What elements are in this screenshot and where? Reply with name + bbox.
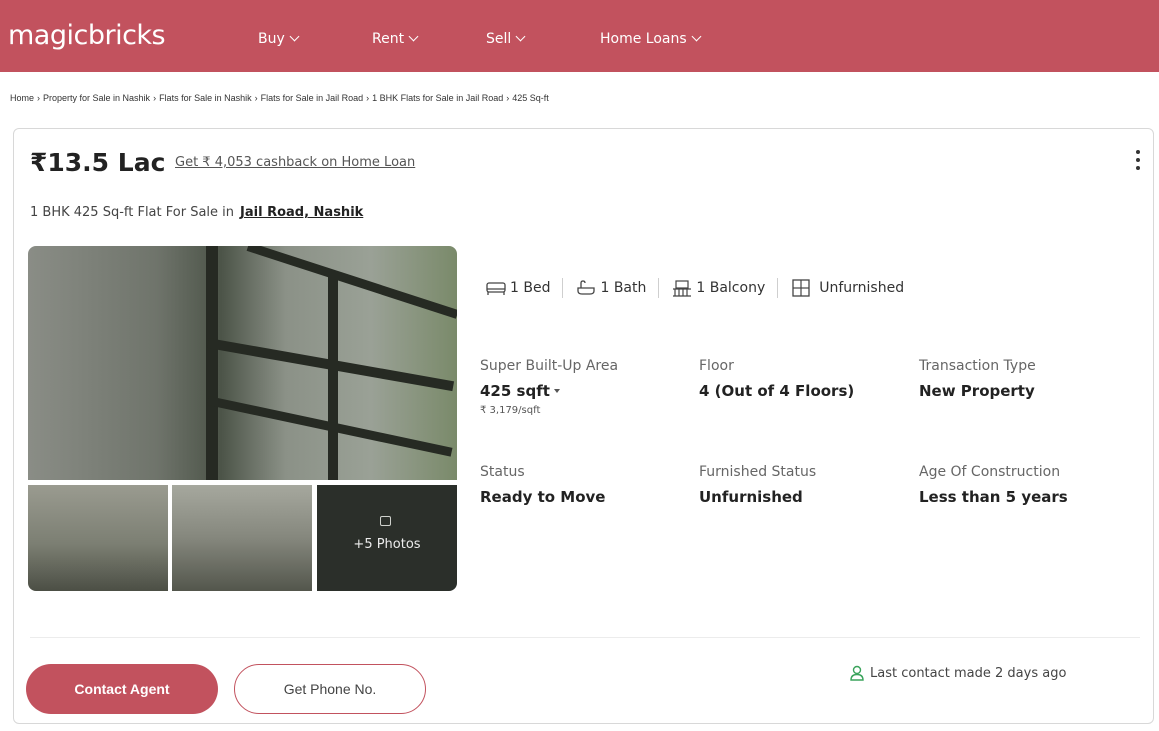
photo-icon <box>380 516 391 526</box>
more-photos-tile[interactable]: +5 Photos <box>317 485 457 591</box>
amenities-row: 1 Bed 1 Bath 1 Balcony Unfurnished <box>485 277 904 299</box>
spec-floor-value: 4 (Out of 4 Floors) <box>699 382 855 400</box>
chevron-down-icon <box>691 31 702 42</box>
amenity-furnishing: Unfurnished <box>790 279 904 297</box>
spec-furnished-label: Furnished Status <box>699 464 817 480</box>
breadcrumb-current: 425 Sq-ft <box>512 93 549 103</box>
last-contact-text: Last contact made 2 days ago <box>870 665 1067 681</box>
get-phone-button[interactable]: Get Phone No. <box>234 664 426 714</box>
spec-age-value: Less than 5 years <box>919 488 1068 506</box>
spec-status-value: Ready to Move <box>480 488 606 506</box>
divider <box>777 278 779 298</box>
spec-transaction-value: New Property <box>919 382 1035 400</box>
listing-title-text: 1 BHK 425 Sq-ft Flat For Sale in <box>30 205 235 220</box>
breadcrumb-separator: › <box>254 93 258 103</box>
contact-agent-button[interactable]: Contact Agent <box>26 664 218 714</box>
location-link[interactable]: Jail Road, Nashik <box>240 205 363 220</box>
price-per-sqft: ₹ 3,179/sqft <box>480 405 541 416</box>
spec-floor-label: Floor <box>699 358 734 374</box>
furnishing-icon <box>792 279 810 297</box>
spec-area: Super Built-Up Area 425 sqft ₹ 3,179/sqf… <box>480 358 618 416</box>
thumbnail-photo-1[interactable] <box>28 485 168 591</box>
nav-sell-label: Sell <box>486 31 512 47</box>
nav-home-loans[interactable]: Home Loans <box>600 31 702 47</box>
breadcrumb-flats-jail-road[interactable]: Flats for Sale in Jail Road <box>261 93 364 103</box>
amenity-balcony-label: 1 Balcony <box>696 280 766 296</box>
amenity-balcony: 1 Balcony <box>671 279 765 297</box>
breadcrumb-separator: › <box>506 93 510 103</box>
caret-down-icon <box>553 389 560 393</box>
amenity-bed: 1 Bed <box>485 280 550 296</box>
breadcrumb: Home › Property for Sale in Nashik › Flats f… <box>10 93 549 103</box>
card-divider <box>30 637 1140 638</box>
breadcrumb-separator: › <box>366 93 370 103</box>
amenity-furnishing-label: Unfurnished <box>819 280 905 296</box>
magicbricks-logo[interactable]: magicbricks <box>8 20 166 51</box>
listing-price: ₹13.5 Lac <box>30 148 166 177</box>
spec-age: Age Of Construction Less than 5 years <box>919 464 1068 506</box>
spec-status-label: Status <box>480 464 525 480</box>
divider <box>658 278 660 298</box>
nav-rent[interactable]: Rent <box>372 31 419 47</box>
area-value-text: 425 sqft <box>480 382 550 400</box>
thumbnail-photo-2[interactable] <box>172 485 312 591</box>
amenity-bath: 1 Bath <box>575 279 646 297</box>
nav-buy[interactable]: Buy <box>258 31 300 47</box>
spec-furnished-value: Unfurnished <box>699 488 803 506</box>
more-options-icon[interactable] <box>1132 150 1144 176</box>
spec-floor: Floor 4 (Out of 4 Floors) <box>699 358 854 400</box>
spec-status: Status Ready to Move <box>480 464 605 506</box>
nav-home-loans-label: Home Loans <box>600 31 687 47</box>
spec-age-label: Age Of Construction <box>919 464 1061 480</box>
spec-area-label: Super Built-Up Area <box>480 358 619 374</box>
breadcrumb-1bhk-jail-road[interactable]: 1 BHK Flats for Sale in Jail Road <box>372 93 503 103</box>
nav-rent-label: Rent <box>372 31 405 47</box>
bath-icon <box>577 280 596 295</box>
listing-subtitle: 1 BHK 425 Sq-ft Flat For Sale in Jail Roa… <box>30 205 363 220</box>
top-navbar: magicbricks Buy Rent Sell Home Loans <box>0 0 1159 72</box>
breadcrumb-separator: › <box>153 93 157 103</box>
spec-furnished: Furnished Status Unfurnished <box>699 464 816 506</box>
amenity-bath-label: 1 Bath <box>600 280 647 296</box>
spec-transaction-label: Transaction Type <box>919 358 1036 374</box>
bed-icon <box>486 282 506 295</box>
amenity-bed-label: 1 Bed <box>510 280 551 296</box>
chevron-down-icon <box>408 31 419 42</box>
breadcrumb-home[interactable]: Home <box>10 93 34 103</box>
last-contact-info: Last contact made 2 days ago <box>850 665 1066 681</box>
user-icon <box>850 665 864 681</box>
chevron-down-icon <box>289 31 300 42</box>
breadcrumb-separator: › <box>37 93 41 103</box>
breadcrumb-property-sale-nashik[interactable]: Property for Sale in Nashik <box>43 93 150 103</box>
divider <box>562 278 564 298</box>
balcony-icon <box>673 280 692 297</box>
nav-buy-label: Buy <box>258 31 285 47</box>
breadcrumb-flats-nashik[interactable]: Flats for Sale in Nashik <box>159 93 252 103</box>
nav-sell[interactable]: Sell <box>486 31 526 47</box>
more-photos-label: +5 Photos <box>353 537 421 552</box>
main-photo[interactable] <box>28 246 457 480</box>
spec-area-value[interactable]: 425 sqft <box>480 382 618 400</box>
chevron-down-icon <box>515 31 526 42</box>
cashback-link[interactable]: Get ₹ 4,053 cashback on Home Loan <box>175 155 415 170</box>
spec-transaction: Transaction Type New Property <box>919 358 1036 400</box>
